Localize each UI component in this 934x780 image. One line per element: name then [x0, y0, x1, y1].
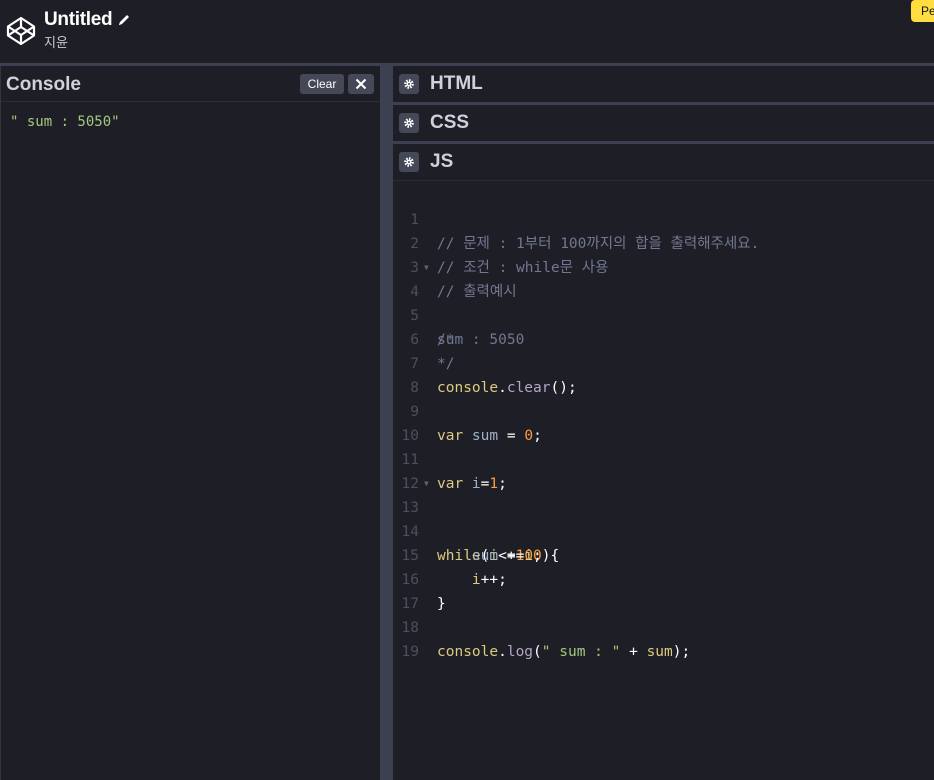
html-settings-button[interactable] — [399, 74, 419, 94]
code-line[interactable]: 15 i++; — [393, 520, 934, 588]
console-title: Console — [6, 74, 81, 95]
css-editor-header[interactable]: CSS — [393, 105, 934, 141]
code-line[interactable]: 8 — [393, 352, 934, 396]
code-line[interactable]: 14 sum +=i; — [393, 496, 934, 564]
console-output: " sum : 5050" — [10, 114, 120, 130]
js-editor-title: JS — [430, 151, 454, 172]
line-number: 19 — [401, 644, 419, 660]
pen-title-wrap: Untitled 지윤 — [44, 9, 131, 51]
code-line[interactable]: 12 — [393, 448, 934, 492]
code-line[interactable]: 18 console.log(" sum : " + sum); — [393, 592, 934, 660]
css-editor-title: CSS — [430, 112, 470, 133]
gear-icon — [404, 118, 414, 128]
header: Untitled 지윤 Pe — [0, 0, 934, 63]
gear-icon — [404, 79, 414, 89]
code-token: sum — [646, 644, 673, 660]
code-line[interactable]: 4 ▼ /* — [393, 256, 934, 348]
code-token: " sum : " — [541, 644, 621, 660]
code-line[interactable]: 2 // 조건 : while문 사용 — [393, 208, 934, 276]
html-editor-title: HTML — [430, 73, 483, 94]
code-token: . — [498, 644, 507, 660]
code-text: console.log(" sum : " + sum); — [437, 640, 690, 664]
code-token: + — [620, 644, 647, 660]
panel-resizer[interactable] — [380, 66, 393, 780]
code-line[interactable]: 9 var sum = 0; — [393, 376, 934, 444]
code-line[interactable]: 5 sum : 5050 — [393, 280, 934, 348]
console-header: Console Clear — [1, 66, 380, 102]
close-icon — [355, 78, 367, 90]
code-line[interactable]: 16 } — [393, 544, 934, 612]
code-line[interactable]: 3 // 출력예시 — [393, 232, 934, 300]
pencil-icon[interactable] — [117, 13, 131, 27]
code-line[interactable]: 6 */ — [393, 304, 934, 372]
js-editor-header[interactable]: JS — [393, 144, 934, 180]
code-line[interactable]: 7 console.clear(); — [393, 328, 934, 396]
code-token: console — [437, 644, 499, 660]
code-token: ( — [533, 644, 542, 660]
pen-title[interactable]: Untitled — [44, 9, 113, 31]
code-line[interactable]: 19 — [393, 616, 934, 660]
js-code-editor[interactable]: 1 // 문제 : 1부터 100까지의 합을 출력해주세요. 2 // 조건 … — [393, 180, 934, 780]
code-line[interactable]: 11 var i=1; — [393, 424, 934, 492]
gear-icon — [404, 157, 414, 167]
code-line[interactable]: 1 // 문제 : 1부터 100까지의 합을 출력해주세요. — [393, 184, 934, 252]
console-clear-button[interactable]: Clear — [300, 74, 344, 94]
html-editor-header[interactable]: HTML — [393, 66, 934, 102]
code-line[interactable]: 13 ▼ while(i<=100){ — [393, 472, 934, 564]
pe-button[interactable]: Pe — [911, 0, 934, 22]
code-token: log — [506, 644, 534, 660]
fold-arrow-icon[interactable]: ▼ — [424, 256, 429, 280]
js-settings-button[interactable] — [399, 152, 419, 172]
code-line[interactable]: 17 — [393, 568, 934, 612]
code-token: ); — [672, 644, 691, 660]
console-close-button[interactable] — [348, 74, 374, 94]
console-panel: Console Clear " sum : 5050" — [0, 66, 380, 780]
author-name[interactable]: 지윤 — [44, 32, 131, 51]
codepen-logo-icon[interactable] — [6, 16, 36, 46]
code-line[interactable]: 10 — [393, 400, 934, 444]
css-settings-button[interactable] — [399, 113, 419, 133]
fold-arrow-icon[interactable]: ▼ — [424, 472, 429, 496]
